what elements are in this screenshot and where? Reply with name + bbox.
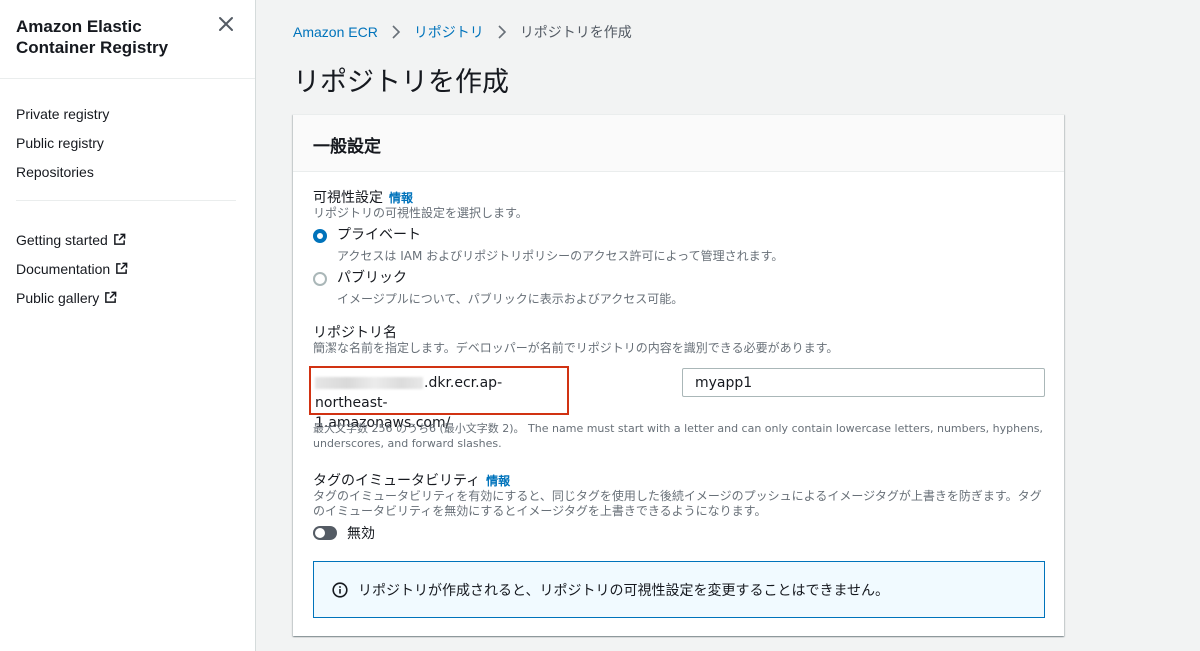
radio-private[interactable]: プライベート アクセスは IAM およびリポジトリポリシーのアクセス許可によって… [313, 226, 783, 264]
sidebar-link-getting-started[interactable]: Getting started [16, 225, 128, 254]
sidebar-link-label: Public gallery [16, 289, 100, 306]
sidebar-header: Amazon Elastic Container Registry [16, 16, 216, 58]
panel-header: 一般設定 [293, 115, 1064, 172]
visibility-label: 可視性設定 [313, 190, 383, 206]
immutability-toggle[interactable] [313, 526, 337, 540]
visibility-info-link[interactable]: 情報 [389, 191, 413, 205]
panel-title: 一般設定 [313, 137, 381, 157]
repo-name-label: リポジトリ名 [313, 325, 397, 341]
immutability-description: タグのイミュータビリティを有効にすると、同じタグを使用した後続イメージのプッシュ… [313, 489, 1042, 518]
divider [16, 200, 236, 201]
redacted-account-id [315, 377, 423, 389]
repo-name-description: 簡潔な名前を指定します。デベロッパーが名前でリポジトリの内容を識別できる必要があ… [313, 341, 839, 355]
sidebar-nav: Private registry Public registry Reposit… [16, 99, 109, 186]
immutability-label: タグのイミュータビリティ [313, 473, 481, 489]
breadcrumb-current: リポジトリを作成 [519, 24, 632, 40]
sidebar-link-label: Documentation [16, 260, 111, 277]
divider [0, 78, 255, 79]
alert-text: リポジトリが作成されると、リポジトリの可視性設定を変更することはできません。 [358, 582, 890, 599]
sidebar-item-public-registry[interactable]: Public registry [16, 128, 109, 157]
repository-uri-prefix: .dkr.ecr.ap-northeast- 1.amazonaws.com/ [309, 366, 569, 431]
info-alert: リポジトリが作成されると、リポジトリの可視性設定を変更することはできません。 [313, 561, 1045, 618]
sidebar-links: Getting started Documentation Public gal… [16, 225, 128, 312]
radio-public-label: パブリック [337, 270, 407, 286]
breadcrumb-item-repositories[interactable]: リポジトリ [414, 22, 484, 42]
visibility-description: リポジトリの可視性設定を選択します。 [313, 206, 528, 220]
external-link-icon [113, 233, 126, 245]
breadcrumb: Amazon ECR リポジトリ リポジトリを作成 [293, 22, 632, 42]
radio-public-description: イメージプルについて、パブリックに表示およびアクセス可能。 [337, 292, 684, 306]
immutability-info-link[interactable]: 情報 [486, 474, 510, 488]
radio-button-checked[interactable] [313, 229, 327, 243]
repository-name-input[interactable] [682, 368, 1045, 397]
chevron-right-icon [392, 25, 400, 39]
general-settings-panel: 一般設定 可視性設定 情報 リポジトリの可視性設定を選択します。 プライベート ア… [293, 114, 1064, 636]
radio-private-label: プライベート [337, 227, 421, 243]
sidebar-title: Amazon Elastic Container Registry [16, 17, 169, 57]
page-title: リポジトリを作成 [293, 67, 509, 98]
repo-name-constraint: 最大文字数 256 のうち6 (最小文字数 2)。 The name must … [313, 422, 1044, 450]
radio-button[interactable] [313, 272, 327, 286]
external-link-icon [116, 262, 128, 274]
external-link-icon [105, 291, 117, 303]
radio-public[interactable]: パブリック イメージプルについて、パブリックに表示およびアクセス可能。 [313, 269, 683, 307]
immutability-label-row: タグのイミュータビリティ 情報 [313, 470, 510, 490]
info-icon [332, 581, 348, 598]
sidebar: Amazon Elastic Container Registry Privat… [0, 0, 256, 651]
close-icon[interactable] [217, 15, 235, 33]
sidebar-item-repositories[interactable]: Repositories [16, 157, 109, 186]
chevron-right-icon [498, 25, 506, 39]
sidebar-item-private-registry[interactable]: Private registry [16, 99, 109, 128]
immutability-toggle-label: 無効 [347, 526, 375, 542]
sidebar-link-documentation[interactable]: Documentation [16, 254, 128, 283]
immutability-toggle-row[interactable]: 無効 [313, 523, 375, 543]
sidebar-link-public-gallery[interactable]: Public gallery [16, 283, 128, 312]
sidebar-link-label: Getting started [16, 231, 108, 248]
visibility-label-row: 可視性設定 情報 [313, 187, 413, 207]
breadcrumb-item-ecr[interactable]: Amazon ECR [293, 24, 378, 40]
radio-private-description: アクセスは IAM およびリポジトリポリシーのアクセス許可によって管理されます。 [337, 249, 784, 263]
